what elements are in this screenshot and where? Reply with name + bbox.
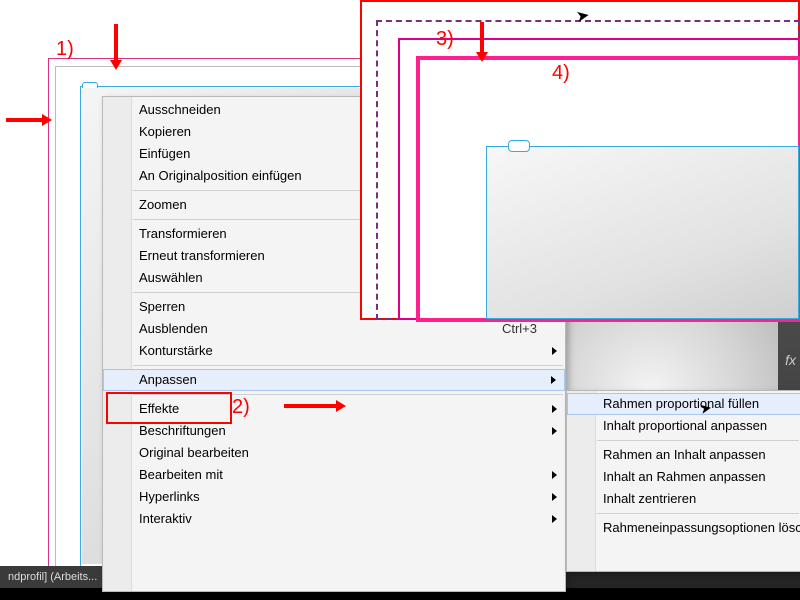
menu-item-label: Bearbeiten mit (139, 467, 223, 482)
menu-item-label: Original bearbeiten (139, 445, 249, 460)
annotation-1: 1) (56, 38, 74, 61)
stage: fx ndprofil] (Arbeits... Ausschneiden Kop… (0, 0, 800, 600)
zoom-cursor-icon: ➤ (574, 5, 591, 27)
menu-item-label: Hyperlinks (139, 489, 200, 504)
submenu-item-label: Rahmen proportional füllen (603, 396, 759, 411)
submenu-arrow-icon (552, 405, 557, 413)
menu-item-label: An Originalposition einfügen (139, 168, 302, 183)
submenu-item-inhalt-proportional-anpassen[interactable]: Inhalt proportional anpassen (567, 415, 800, 437)
submenu-item-inhalt-an-rahmen-anpassen[interactable]: Inhalt an Rahmen anpassen (567, 466, 800, 488)
menu-separator (597, 513, 799, 514)
fx-label: fx (785, 352, 796, 368)
submenu-item-label: Rahmeneinpassungsoptionen löschen (603, 520, 800, 535)
arrow-1-down (114, 24, 118, 60)
menu-item-konturst-rke[interactable]: Konturstärke (103, 340, 565, 362)
arrow-3-down (480, 22, 484, 52)
menu-item-label: Anpassen (139, 372, 197, 387)
menu-separator (597, 440, 799, 441)
menu-item-label: Ausblenden (139, 321, 208, 336)
menu-item-label: Sperren (139, 299, 185, 314)
submenu-item-label: Rahmen an Inhalt anpassen (603, 447, 766, 462)
submenu-arrow-icon (552, 427, 557, 435)
submenu-item-label: Inhalt an Rahmen anpassen (603, 469, 766, 484)
menu-item-label: Kopieren (139, 124, 191, 139)
submenu-item-rahmen-an-inhalt-anpassen[interactable]: Rahmen an Inhalt anpassen (567, 444, 800, 466)
submenu-arrow-icon (551, 376, 556, 384)
menu-item-label: Einfügen (139, 146, 190, 161)
submenu-items: Rahmen proportional füllen Inhalt proport… (567, 391, 800, 541)
cursor-icon: ➤ (699, 399, 714, 418)
menu-item-label: Interaktiv (139, 511, 192, 526)
zoom-panel: ➤ (360, 0, 800, 320)
menu-item-hyperlinks[interactable]: Hyperlinks (103, 486, 565, 508)
submenu-arrow-icon (552, 471, 557, 479)
submenu-item-label: Inhalt zentrieren (603, 491, 696, 506)
menu-item-label: Zoomen (139, 197, 187, 212)
zoom-image-frame (486, 146, 799, 319)
menu-item-anpassen[interactable]: Anpassen (103, 369, 565, 391)
submenu-arrow-icon (552, 347, 557, 355)
submenu-item-label: Inhalt proportional anpassen (603, 418, 767, 433)
submenu-item-rahmen-proportional-f-llen[interactable]: Rahmen proportional füllen (567, 393, 800, 415)
menu-item-label: Ausschneiden (139, 102, 221, 117)
menu-item-label: Transformieren (139, 226, 227, 241)
submenu-anpassen[interactable]: Rahmen proportional füllen Inhalt proport… (566, 390, 800, 572)
menu-item-label: Auswählen (139, 270, 203, 285)
arrow-1-right (6, 118, 42, 122)
arrow-2-right (284, 404, 336, 408)
menu-item-bearbeiten-mit[interactable]: Bearbeiten mit (103, 464, 565, 486)
annotation-3: 3) (436, 28, 454, 51)
menu-item-label: Beschriftungen (139, 423, 226, 438)
menu-item-label: Erneut transformieren (139, 248, 265, 263)
submenu-arrow-icon (552, 493, 557, 501)
menu-separator (133, 365, 563, 366)
annotation-box-anpassen (106, 392, 232, 424)
submenu-item-rahmeneinpassungsoptionen-l-schen[interactable]: Rahmeneinpassungsoptionen löschen (567, 517, 800, 539)
menu-item-label: Konturstärke (139, 343, 213, 358)
annotation-2: 2) (232, 396, 250, 419)
taskbar-button-document[interactable]: ndprofil] (Arbeits... (0, 566, 105, 588)
menu-item-original-bearbeiten[interactable]: Original bearbeiten (103, 442, 565, 464)
menu-item-interaktiv[interactable]: Interaktiv (103, 508, 565, 530)
zoom-link-icon (508, 140, 530, 152)
submenu-arrow-icon (552, 515, 557, 523)
annotation-4: 4) (552, 62, 570, 85)
submenu-item-inhalt-zentrieren[interactable]: Inhalt zentrieren (567, 488, 800, 510)
